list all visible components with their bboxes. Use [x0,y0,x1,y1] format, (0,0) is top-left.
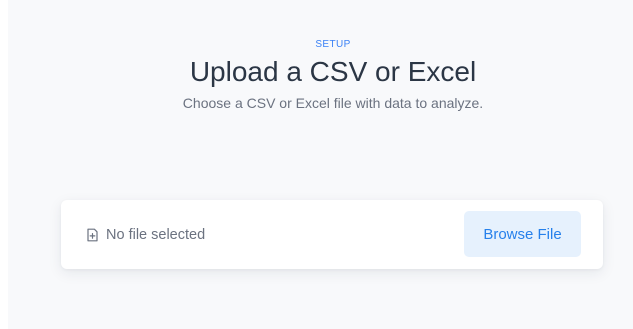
step-label: SETUP [315,39,351,50]
file-upload-card: No file selected Browse File [61,200,603,269]
page-header: SETUP Upload a CSV or Excel Choose a CSV… [8,38,633,112]
page-subtitle: Choose a CSV or Excel file with data to … [182,95,484,111]
file-status: No file selected [86,226,205,244]
page-title: Upload a CSV or Excel [189,56,477,87]
file-plus-icon [86,228,99,242]
setup-panel: SETUP Upload a CSV or Excel Choose a CSV… [8,0,633,329]
file-status-text: No file selected [106,227,206,243]
browse-file-button[interactable]: Browse File [464,211,581,257]
